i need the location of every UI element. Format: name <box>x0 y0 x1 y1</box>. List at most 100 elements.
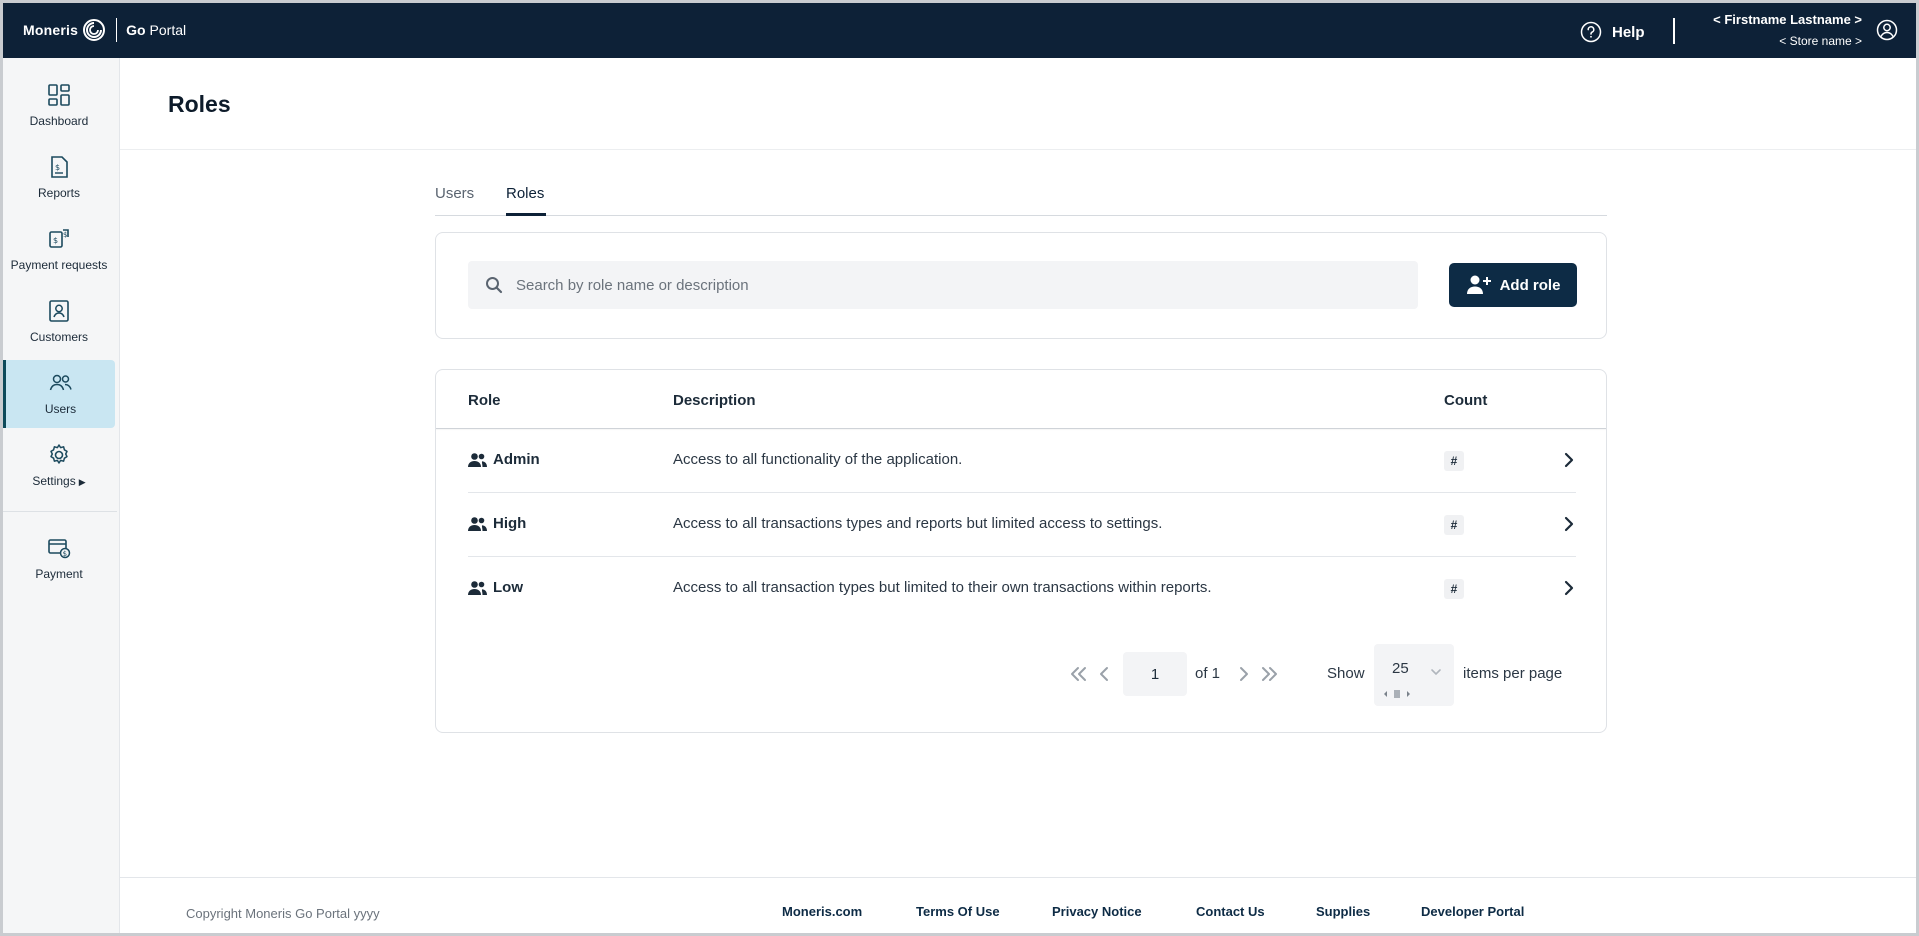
user-name: < Firstname Lastname > <box>1713 12 1862 27</box>
next-page-icon[interactable] <box>1232 663 1254 685</box>
table-row[interactable]: Low Access to all transaction types but … <box>468 557 1576 621</box>
active-tab-indicator <box>506 213 546 216</box>
sidebar-item-label: Dashboard <box>29 114 89 128</box>
column-header-description: Description <box>673 392 756 409</box>
footer-link-supplies[interactable]: Supplies <box>1316 904 1370 919</box>
role-count: # <box>1444 515 1464 535</box>
account-icon[interactable] <box>1876 19 1898 41</box>
payment-icon: $ <box>48 539 71 559</box>
chevron-right-icon[interactable] <box>1563 515 1575 533</box>
product-portal: Portal <box>149 22 187 38</box>
sidebar-item-reports[interactable]: $ Reports <box>3 144 115 212</box>
footer-link-contact[interactable]: Contact Us <box>1196 904 1265 919</box>
add-role-button[interactable]: Add role <box>1449 263 1577 307</box>
previous-page-icon[interactable] <box>1094 663 1116 685</box>
product-go: Go <box>126 22 146 38</box>
search-box[interactable] <box>468 261 1418 309</box>
add-user-icon <box>1466 275 1491 294</box>
brand-name: Moneris <box>23 22 79 38</box>
page-count-label: of 1 <box>1195 665 1221 682</box>
brand-logo[interactable]: Moneris Go Portal <box>23 15 186 45</box>
page-number-input[interactable] <box>1123 652 1187 696</box>
footer-link-moneris[interactable]: Moneris.com <box>782 904 862 919</box>
footer-link-privacy[interactable]: Privacy Notice <box>1052 904 1142 919</box>
role-name: High <box>493 515 527 532</box>
svg-text:$: $ <box>55 163 60 172</box>
table-row[interactable]: Admin Access to all functionality of the… <box>468 429 1576 493</box>
chevron-right-icon[interactable] <box>1563 579 1575 597</box>
footer: Copyright Moneris Go Portal yyyy Moneris… <box>120 877 1916 933</box>
top-bar: Moneris Go Portal Help < Firstname Lastn… <box>3 3 1916 58</box>
footer-link-terms[interactable]: Terms Of Use <box>916 904 1000 919</box>
column-header-count: Count <box>1444 392 1488 409</box>
help-icon <box>1580 21 1602 43</box>
sidebar-divider <box>3 511 117 512</box>
sidebar-item-payment[interactable]: $ Payment <box>3 525 115 593</box>
footer-link-developer-portal[interactable]: Developer Portal <box>1421 904 1524 919</box>
tab-users[interactable]: Users <box>435 185 474 202</box>
chevron-right-icon: ▶ <box>78 477 86 487</box>
items-per-page-value: 25 <box>1392 660 1409 677</box>
sidebar-item-customers[interactable]: Customers <box>3 288 115 356</box>
scrollbar-icon[interactable] <box>1382 689 1412 699</box>
header-divider <box>1673 18 1675 44</box>
help-link[interactable]: Help <box>1580 21 1645 43</box>
role-description: Access to all transactions types and rep… <box>673 515 1163 532</box>
payment-requests-icon: $ $ <box>49 229 69 248</box>
sidebar-item-settings[interactable]: Settings ▶ <box>3 432 115 500</box>
last-page-icon[interactable] <box>1258 663 1280 685</box>
user-menu[interactable]: < Firstname Lastname > < Store name > <box>1713 11 1862 50</box>
first-page-icon[interactable] <box>1068 663 1090 685</box>
help-label: Help <box>1612 23 1645 41</box>
tab-roles[interactable]: Roles <box>506 185 544 202</box>
chevron-down-icon <box>1431 669 1441 676</box>
sidebar-item-users[interactable]: Users <box>3 360 115 428</box>
gear-icon <box>50 444 68 464</box>
group-icon <box>468 517 487 531</box>
sidebar-item-label: Customers <box>29 330 88 344</box>
tab-bar: Users Roles <box>435 181 1607 216</box>
role-description: Access to all functionality of the appli… <box>673 451 963 468</box>
items-per-page-select[interactable]: 25 <box>1374 644 1454 706</box>
moneris-swirl-icon <box>83 19 106 41</box>
group-icon <box>468 581 487 595</box>
brand-divider <box>116 18 118 42</box>
search-card: Add role <box>435 232 1607 339</box>
copyright-text: Copyright Moneris Go Portal yyyy <box>186 906 380 921</box>
column-header-role: Role <box>468 392 501 409</box>
title-divider <box>120 149 1916 150</box>
store-name: < Store name > <box>1779 34 1862 48</box>
sidebar-item-payment-requests[interactable]: $ $ Payment requests <box>3 216 115 284</box>
reports-icon: $ <box>51 156 68 178</box>
role-count: # <box>1444 579 1464 599</box>
search-icon <box>486 277 503 294</box>
settings-label: Settings <box>32 474 76 488</box>
dashboard-icon <box>48 84 70 106</box>
sidebar-item-label: Payment requests <box>10 258 108 272</box>
items-per-page-label: items per page <box>1463 665 1563 682</box>
sidebar: Dashboard $ Reports $ $ Payment requests… <box>3 58 120 933</box>
page-title: Roles <box>168 91 231 117</box>
sidebar-item-label: Users <box>44 402 77 416</box>
show-label: Show <box>1327 665 1365 682</box>
sidebar-item-label: Payment <box>35 567 83 581</box>
roles-table: Role Description Count Admin Access to a… <box>435 369 1607 733</box>
svg-text:$: $ <box>63 550 67 558</box>
sidebar-item-dashboard[interactable]: Dashboard <box>3 72 115 140</box>
role-count: # <box>1444 451 1464 471</box>
role-name: Admin <box>493 451 540 468</box>
sidebar-item-label: Settings ▶ <box>32 474 85 488</box>
pagination: of 1 Show 25 items per page <box>436 644 1606 708</box>
sidebar-item-label: Reports <box>37 186 81 200</box>
users-icon <box>49 374 72 391</box>
svg-text:$: $ <box>53 236 58 245</box>
add-role-label: Add role <box>1499 276 1561 294</box>
chevron-right-icon[interactable] <box>1563 451 1575 469</box>
table-row[interactable]: High Access to all transactions types an… <box>468 493 1576 557</box>
group-icon <box>468 453 487 467</box>
role-description: Access to all transaction types but limi… <box>673 579 1212 596</box>
customers-icon <box>49 300 69 322</box>
search-input[interactable] <box>516 276 1396 294</box>
role-name: Low <box>493 579 523 596</box>
svg-text:$: $ <box>63 231 67 239</box>
